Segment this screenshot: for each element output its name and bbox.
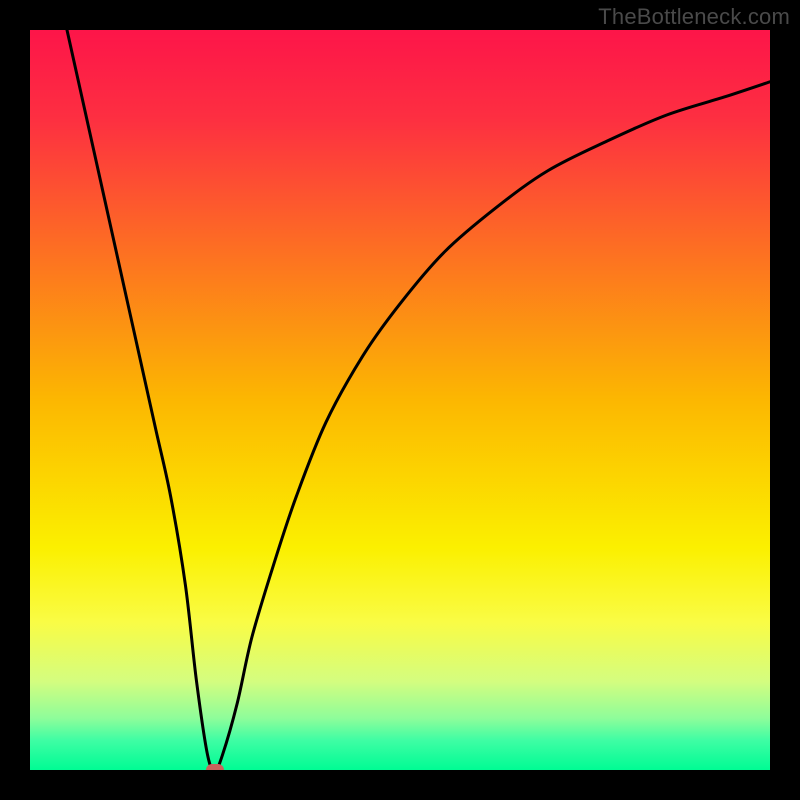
optimum-marker: [206, 764, 224, 770]
plot-area: [30, 30, 770, 770]
watermark-text: TheBottleneck.com: [598, 4, 790, 30]
curve-layer: [30, 30, 770, 770]
chart-frame: TheBottleneck.com: [0, 0, 800, 800]
bottleneck-curve: [67, 30, 770, 770]
